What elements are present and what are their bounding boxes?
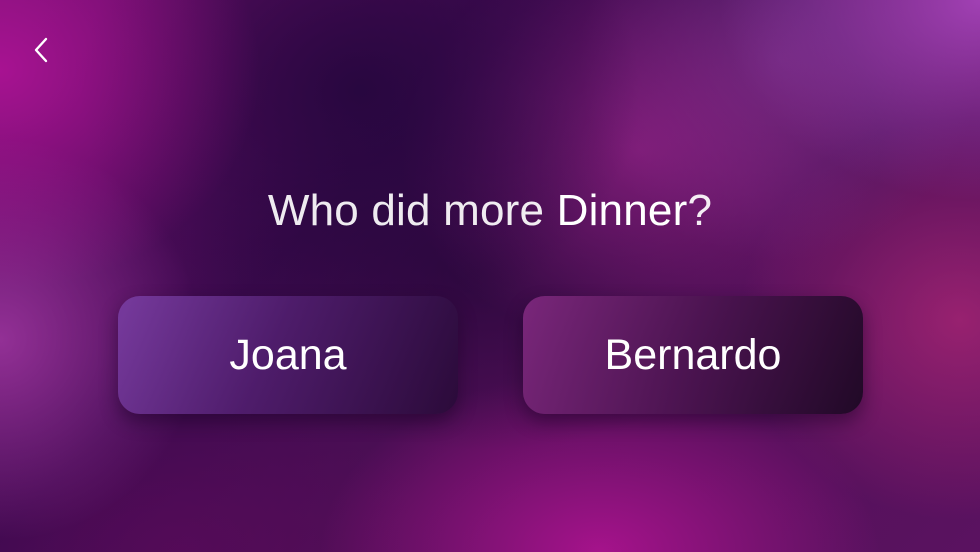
question-suffix: ? <box>687 186 713 235</box>
question-prefix: Who did more <box>267 186 557 235</box>
question-highlight: Dinner <box>556 186 688 235</box>
option-bernardo-button[interactable]: Bernardo <box>523 296 863 414</box>
option-label: Joana <box>229 330 347 379</box>
question-text: Who did more Dinner? <box>0 183 980 239</box>
back-button[interactable] <box>24 32 58 68</box>
chevron-left-icon <box>34 37 48 63</box>
option-label: Bernardo <box>604 330 782 379</box>
background-gradient <box>0 0 980 552</box>
option-joana-button[interactable]: Joana <box>118 296 458 414</box>
